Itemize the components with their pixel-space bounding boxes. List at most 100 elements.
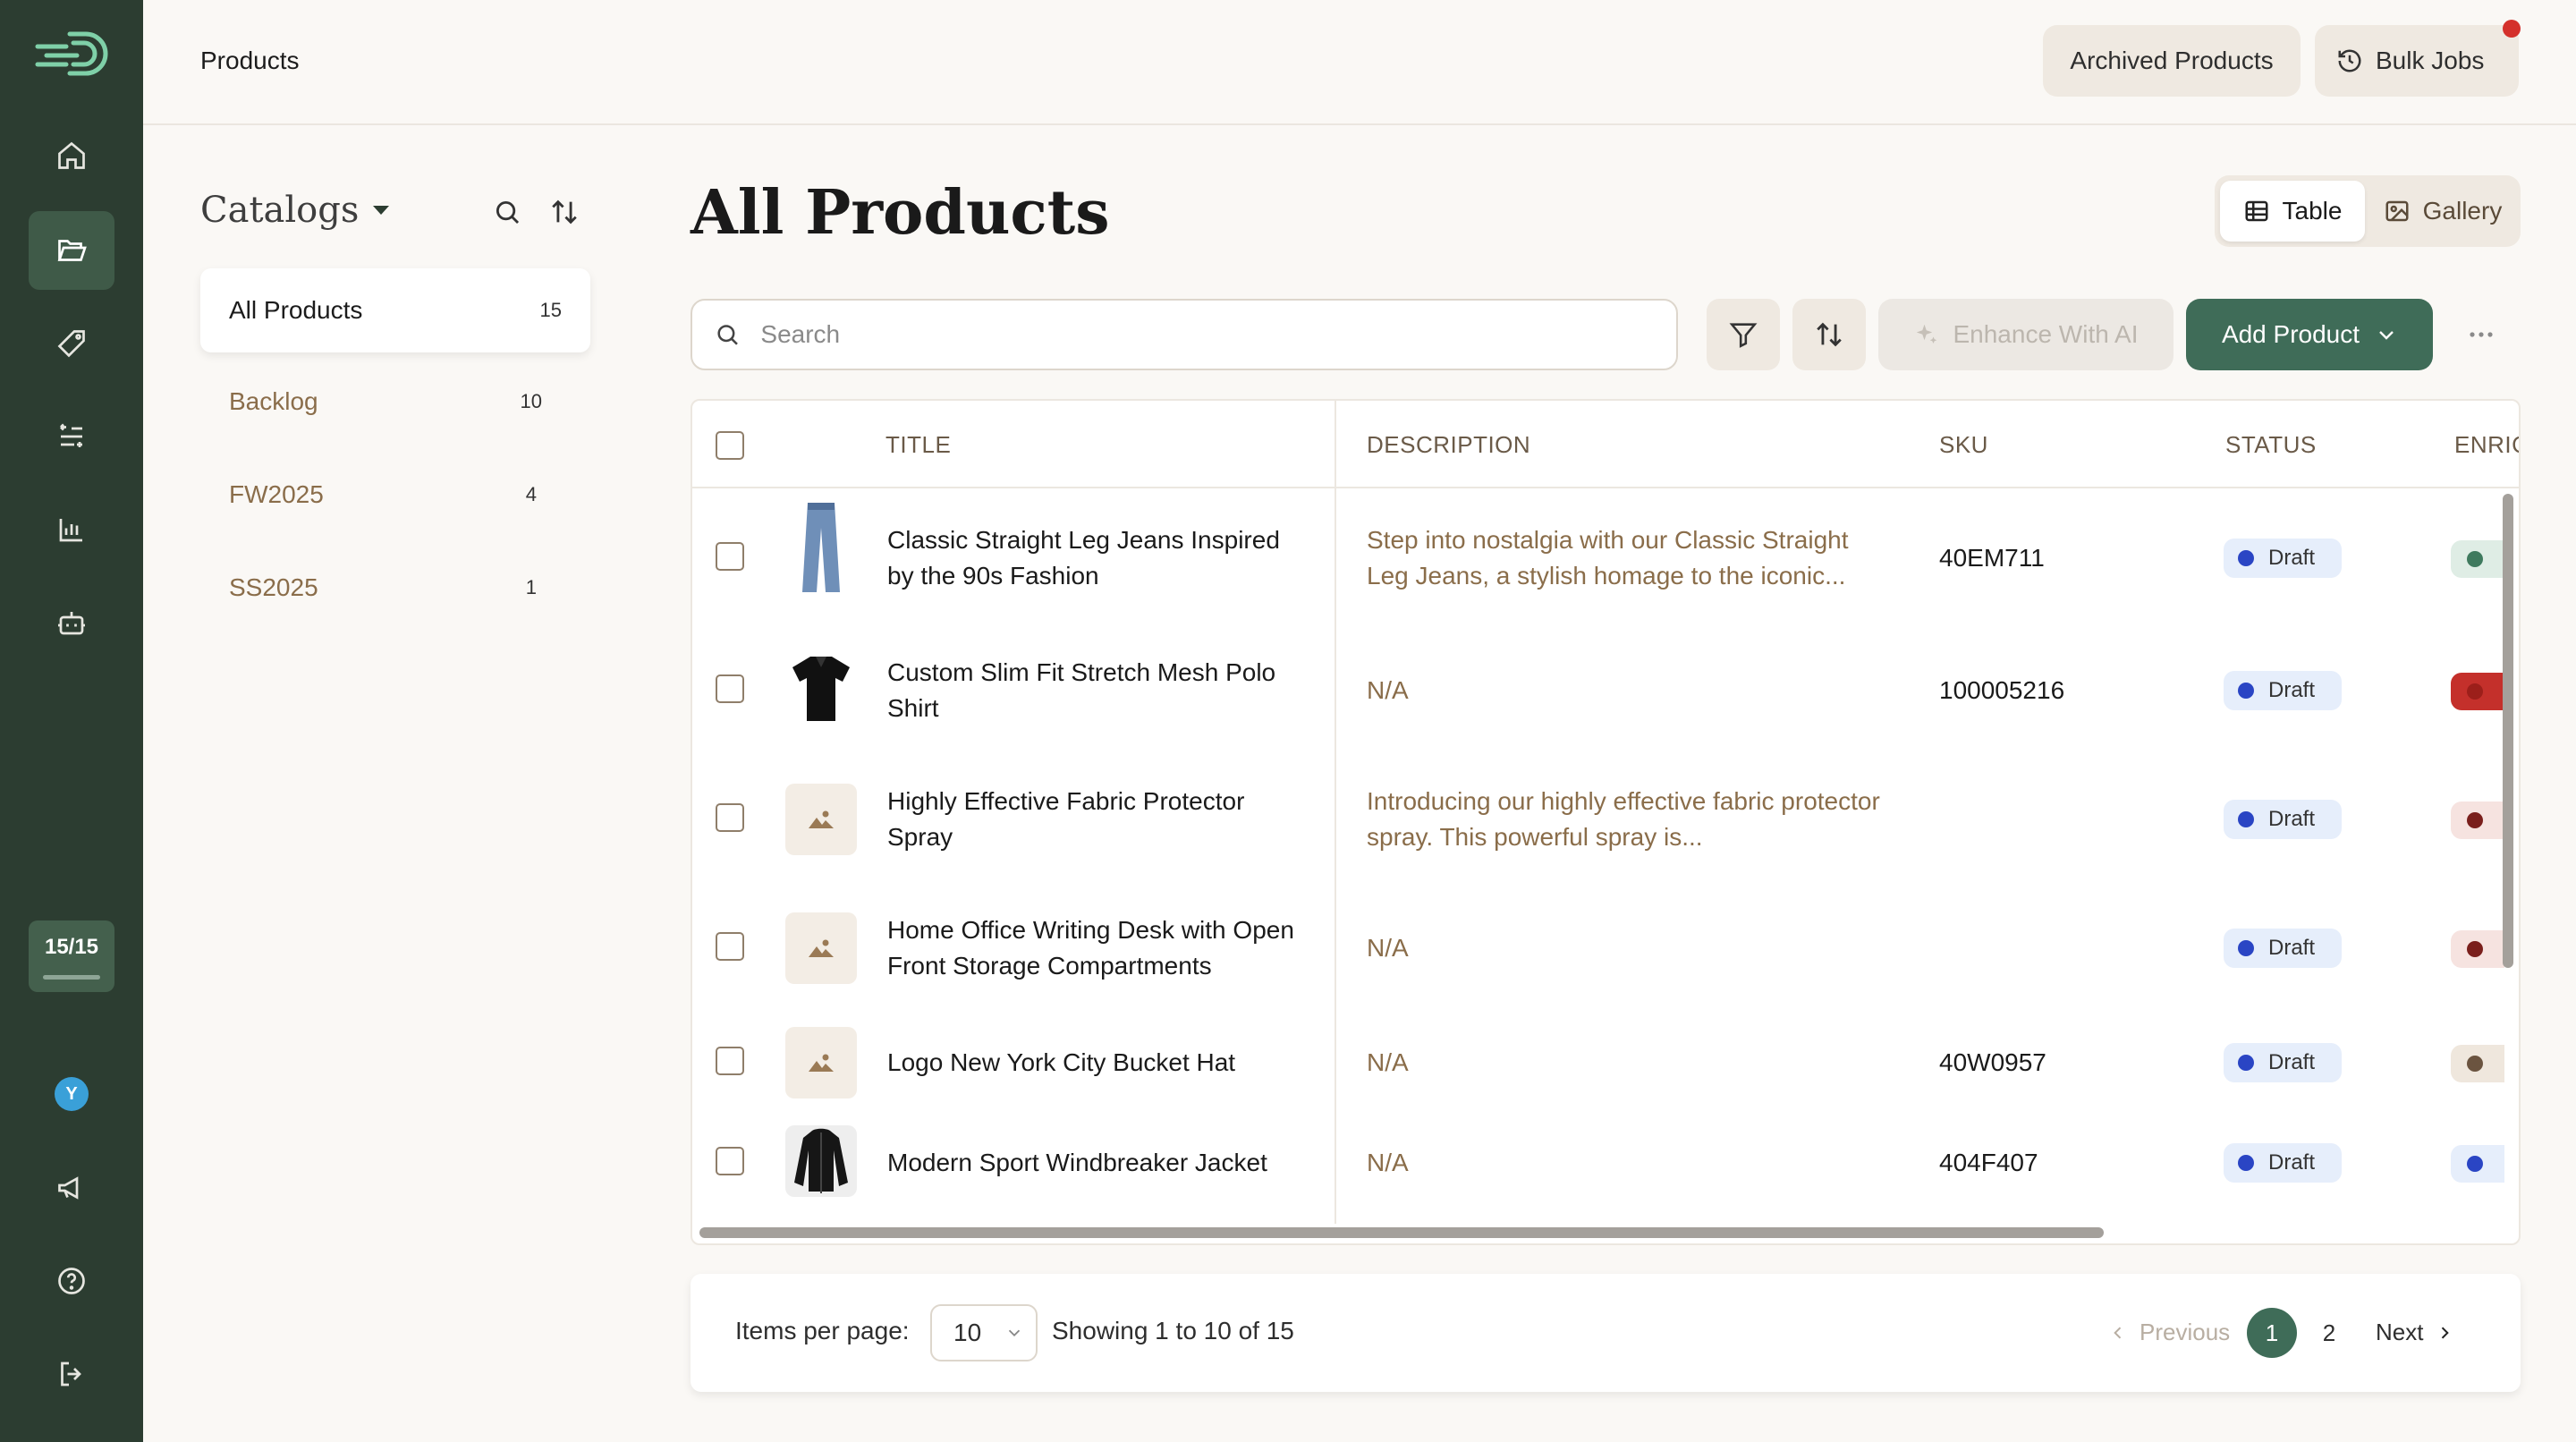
enrichment-badge [2451, 1145, 2504, 1183]
column-header-title[interactable]: TITLE [886, 431, 951, 459]
view-gallery-label: Gallery [2422, 197, 2503, 225]
avatar[interactable]: Y [55, 1077, 89, 1111]
product-title[interactable]: Classic Straight Leg Jeans Inspired by t… [887, 522, 1308, 594]
logout-icon [61, 1361, 81, 1387]
image-placeholder-icon [809, 939, 834, 957]
catalog-item-count: 1 [525, 576, 537, 598]
nav-help[interactable] [29, 1242, 114, 1320]
nav-home[interactable] [29, 116, 114, 195]
archived-products-button[interactable]: Archived Products [2043, 25, 2301, 97]
search-box [691, 299, 1678, 370]
catalog-item-all-products[interactable]: All Products 15 [200, 268, 590, 352]
catalogs-title: Catalogs [200, 190, 360, 231]
sort-icon [552, 199, 577, 225]
enhance-with-ai-button[interactable]: Enhance With AI [1878, 299, 2174, 370]
status-dot [2238, 811, 2254, 827]
catalog-item-ss2025[interactable]: SS2025 1 [200, 546, 590, 630]
more-options-button[interactable] [2463, 320, 2499, 349]
next-page-button[interactable]: Next [2376, 1319, 2453, 1346]
enrichment-dot [2467, 941, 2483, 957]
row-checkbox[interactable] [716, 674, 744, 703]
view-gallery-button[interactable]: Gallery [2370, 181, 2515, 242]
image-icon [2385, 200, 2409, 222]
search-input[interactable] [760, 320, 1655, 349]
product-title[interactable]: Modern Sport Windbreaker Jacket [887, 1145, 1308, 1181]
status-badge: Draft [2224, 929, 2342, 968]
nav-tags[interactable] [29, 304, 114, 383]
product-sku: 100005216 [1939, 676, 2065, 704]
row-checkbox[interactable] [716, 1147, 744, 1175]
chevron-right-icon [2442, 1326, 2450, 1339]
catalog-item-backlog[interactable]: Backlog 10 [200, 360, 590, 444]
catalog-item-fw2025[interactable]: FW2025 4 [200, 453, 590, 537]
product-title[interactable]: Custom Slim Fit Stretch Mesh Polo Shirt [887, 655, 1308, 726]
catalog-item-count: 10 [520, 390, 542, 412]
status-dot [2238, 683, 2254, 699]
notification-badge [2503, 20, 2521, 38]
robot-icon [58, 612, 85, 635]
nav-analytics[interactable] [29, 490, 114, 569]
view-table-button[interactable]: Table [2220, 181, 2365, 242]
chevron-left-icon [2114, 1326, 2122, 1339]
nav-catalogs[interactable] [29, 211, 114, 290]
horizontal-scrollbar[interactable] [699, 1227, 2104, 1238]
column-divider [1335, 401, 1336, 1224]
row-checkbox[interactable] [716, 542, 744, 571]
bar-chart-icon [59, 519, 82, 542]
enrichment-dot [2467, 1056, 2483, 1072]
column-header-sku[interactable]: SKU [1939, 431, 1988, 459]
top-bar: Products Archived Products Bulk Jobs [143, 0, 2576, 125]
column-header-status[interactable]: STATUS [2225, 431, 2317, 459]
history-icon [2338, 49, 2361, 72]
catalog-item-count: 4 [525, 483, 537, 505]
pagination-bar: Items per page: 10 Showing 1 to 10 of 15… [691, 1274, 2521, 1392]
product-description: Step into nostalgia with our Classic Str… [1367, 526, 1849, 590]
usage-counter[interactable]: 15/15 [29, 920, 114, 992]
status-badge: Draft [2224, 800, 2342, 839]
product-title[interactable]: Home Office Writing Desk with Open Front… [887, 912, 1308, 984]
product-title[interactable]: Highly Effective Fabric Protector Spray [887, 784, 1308, 855]
status-badge: Draft [2224, 539, 2342, 578]
items-per-page-select[interactable]: 10 [930, 1304, 1038, 1361]
catalogs-dropdown[interactable]: Catalogs [200, 190, 391, 231]
status-label: Draft [2268, 1050, 2316, 1074]
nav-logout[interactable] [29, 1335, 114, 1413]
product-sku: 40W0957 [1939, 1048, 2046, 1076]
catalog-item-label: FW2025 [229, 480, 324, 508]
bulk-jobs-button[interactable]: Bulk Jobs [2315, 20, 2521, 97]
enhance-with-ai-label: Enhance With AI [1953, 320, 2139, 348]
select-all-checkbox[interactable] [716, 431, 744, 460]
row-checkbox[interactable] [716, 1047, 744, 1075]
jeans-icon [802, 503, 840, 592]
catalog-search-button[interactable] [492, 197, 522, 227]
status-label: Draft [2268, 807, 2316, 831]
status-badge: Draft [2224, 1143, 2342, 1183]
row-checkbox[interactable] [716, 932, 744, 961]
enrichment-dot [2467, 1156, 2483, 1172]
vertical-scrollbar[interactable] [2503, 494, 2513, 968]
status-badge: Draft [2224, 1043, 2342, 1082]
archived-products-label: Archived Products [2070, 47, 2274, 74]
add-product-button[interactable]: Add Product [2186, 299, 2433, 370]
nav-transfers[interactable] [29, 397, 114, 476]
previous-page-button[interactable]: Previous [2109, 1319, 2230, 1346]
sort-button[interactable] [1792, 299, 1866, 370]
product-sku: 404F407 [1939, 1149, 2038, 1176]
catalog-sort-button[interactable] [549, 197, 580, 227]
nav-announcements[interactable] [29, 1149, 114, 1227]
enrichment-badge [2451, 673, 2504, 710]
product-title[interactable]: Logo New York City Bucket Hat [887, 1045, 1308, 1081]
nav-automation[interactable] [29, 583, 114, 662]
help-icon [58, 1268, 85, 1294]
product-thumbnail-placeholder [785, 784, 857, 855]
page-button-2[interactable]: 2 [2304, 1308, 2354, 1358]
list-transfer-icon [60, 423, 82, 447]
column-header-enrichment[interactable]: ENRIC [2454, 431, 2519, 459]
status-label: Draft [2268, 1150, 2316, 1175]
filter-button[interactable] [1707, 299, 1780, 370]
chevron-down-icon [1009, 1329, 1021, 1337]
app-logo-icon[interactable] [34, 29, 109, 79]
row-checkbox[interactable] [716, 803, 744, 832]
column-header-description[interactable]: DESCRIPTION [1367, 431, 1530, 459]
page-button-1[interactable]: 1 [2247, 1308, 2297, 1358]
